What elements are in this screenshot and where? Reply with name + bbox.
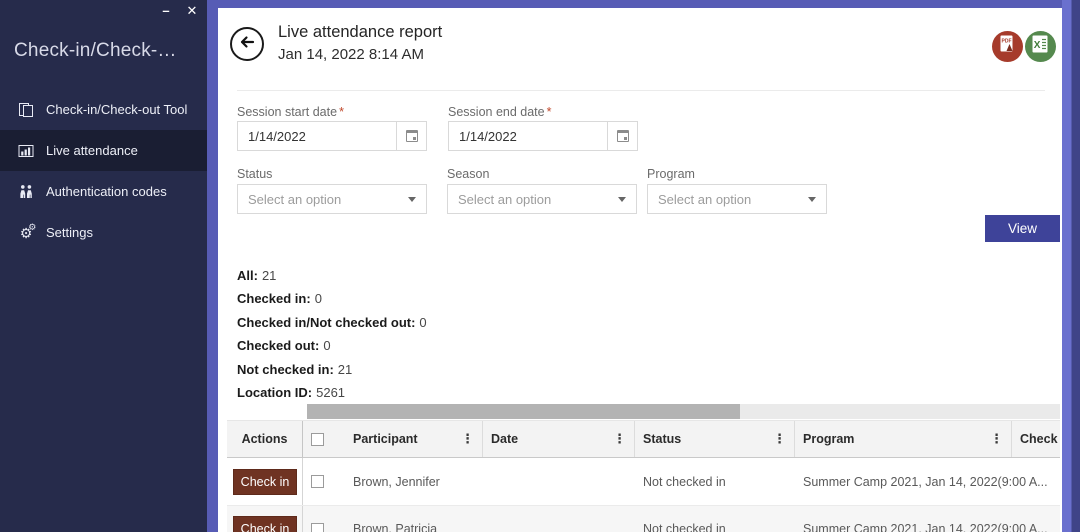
sidebar-title: Check-in/Check-… — [14, 40, 177, 62]
main-content: Live attendance report Jan 14, 2022 8:14… — [218, 8, 1062, 532]
program-select-placeholder: Select an option — [658, 192, 751, 207]
required-asterisk: * — [547, 105, 552, 119]
column-menu-icon[interactable]: ⋮ — [461, 431, 474, 447]
required-asterisk: * — [339, 105, 344, 119]
check-in-button[interactable]: Check in — [233, 516, 297, 532]
app-window: – ✕ Check-in/Check-… Check-in/Check-out … — [0, 0, 1080, 532]
export-pdf-button[interactable]: PDF — [992, 31, 1023, 62]
program-label: Program — [647, 167, 695, 181]
sidebar-item-label: Check-in/Check-out Tool — [46, 102, 187, 117]
attendance-summary: All:21 Checked in:0 Checked in/Not check… — [237, 268, 427, 408]
row-actions-cell: Check in — [227, 458, 303, 505]
row-checkbox[interactable] — [311, 523, 324, 532]
chevron-down-icon — [618, 197, 626, 202]
row-checkbox[interactable] — [311, 475, 324, 488]
season-label: Season — [447, 167, 489, 181]
table-header-row: Actions Participant⋮ Date⋮ Status⋮ Progr… — [227, 420, 1060, 458]
table-horizontal-scrollbar — [227, 403, 1060, 420]
chevron-down-icon — [808, 197, 816, 202]
sidebar-item-label: Live attendance — [46, 143, 138, 158]
season-select-placeholder: Select an option — [458, 192, 551, 207]
row-checkbox-cell — [303, 475, 345, 488]
status-select[interactable]: Select an option — [237, 184, 427, 214]
view-button[interactable]: View — [985, 215, 1060, 242]
back-button[interactable] — [230, 27, 264, 61]
bar-chart-icon — [17, 142, 35, 159]
column-menu-icon[interactable]: ⋮ — [990, 431, 1003, 447]
check-in-button[interactable]: Check in — [233, 469, 297, 495]
people-icon — [17, 183, 35, 200]
excel-icon: X — [1032, 35, 1049, 58]
svg-text:X: X — [1034, 40, 1041, 51]
sidebar-item-authentication-codes[interactable]: Authentication codes — [0, 171, 207, 212]
scrollbar-track[interactable] — [307, 404, 1060, 419]
session-end-date-label: Session end date* — [448, 105, 551, 119]
sidebar-item-checkin-checkout-tool[interactable]: Check-in/Check-out Tool — [0, 89, 207, 130]
summary-checked-in: Checked in:0 — [237, 291, 427, 306]
sidebar-item-label: Authentication codes — [46, 184, 167, 199]
sidebar-item-label: Settings — [46, 225, 93, 240]
column-menu-icon[interactable]: ⋮ — [773, 431, 786, 447]
season-select[interactable]: Select an option — [447, 184, 637, 214]
summary-not-checked-in: Not checked in:21 — [237, 362, 427, 377]
summary-all: All:21 — [237, 268, 427, 283]
minimize-button[interactable]: – — [157, 2, 175, 20]
pdf-icon: PDF — [1000, 35, 1016, 58]
session-start-date-field — [237, 121, 427, 151]
summary-location-id: Location ID:5261 — [237, 385, 427, 400]
column-header-date[interactable]: Date⋮ — [483, 421, 635, 457]
calendar-icon — [406, 130, 418, 142]
select-all-checkbox[interactable] — [311, 433, 324, 446]
svg-text:PDF: PDF — [1001, 39, 1011, 45]
window-frame-right — [1062, 0, 1080, 532]
session-start-date-input[interactable] — [238, 129, 396, 144]
chevron-down-icon — [408, 197, 416, 202]
session-start-calendar-button[interactable] — [396, 122, 426, 150]
session-start-date-label: Session start date* — [237, 105, 344, 119]
table-row: Check in Brown, Patricia Not checked in … — [227, 505, 1060, 532]
session-end-date-input[interactable] — [449, 129, 607, 144]
page-subtitle: Jan 14, 2022 8:14 AM — [278, 46, 424, 63]
sidebar-item-live-attendance[interactable]: Live attendance — [0, 130, 207, 171]
participant-cell: Brown, Jennifer — [345, 475, 483, 489]
program-select[interactable]: Select an option — [647, 184, 827, 214]
row-actions-cell: Check in — [227, 506, 303, 532]
sidebar-nav: Check-in/Check-out Tool Live attendance — [0, 89, 207, 253]
status-cell: Not checked in — [635, 522, 795, 532]
export-excel-button[interactable]: X — [1025, 31, 1056, 62]
gears-icon: ⚙⚙ — [17, 224, 35, 241]
sidebar: – ✕ Check-in/Check-… Check-in/Check-out … — [0, 0, 207, 532]
column-header-checkin[interactable]: Check in — [1012, 421, 1060, 457]
column-menu-icon[interactable]: ⋮ — [613, 431, 626, 447]
status-cell: Not checked in — [635, 475, 795, 489]
column-header-program[interactable]: Program⋮ — [795, 421, 1012, 457]
column-header-actions: Actions — [227, 421, 303, 457]
back-arrow-icon — [237, 32, 257, 57]
scrollbar-thumb[interactable] — [307, 404, 740, 419]
session-end-date-field — [448, 121, 638, 151]
attendance-table: Actions Participant⋮ Date⋮ Status⋮ Progr… — [227, 403, 1060, 532]
status-select-placeholder: Select an option — [248, 192, 341, 207]
header-divider — [237, 90, 1045, 91]
summary-checked-out: Checked out:0 — [237, 338, 427, 353]
participant-cell: Brown, Patricia — [345, 522, 483, 532]
column-header-status[interactable]: Status⋮ — [635, 421, 795, 457]
row-checkbox-cell — [303, 523, 345, 532]
column-header-checkbox — [303, 421, 345, 457]
table-row: Check in Brown, Jennifer Not checked in … — [227, 458, 1060, 505]
column-header-participant[interactable]: Participant⋮ — [345, 421, 483, 457]
program-cell: Summer Camp 2021, Jan 14, 2022(9:00 A... — [795, 475, 1060, 489]
page-title: Live attendance report — [278, 23, 442, 42]
sidebar-item-settings[interactable]: ⚙⚙ Settings — [0, 212, 207, 253]
copy-pages-icon — [17, 101, 35, 118]
session-end-calendar-button[interactable] — [607, 122, 637, 150]
program-cell: Summer Camp 2021, Jan 14, 2022(9:00 A... — [795, 522, 1060, 532]
calendar-icon — [617, 130, 629, 142]
status-label: Status — [237, 167, 272, 181]
window-controls: – ✕ — [157, 2, 201, 20]
summary-checked-in-not-out: Checked in/Not checked out:0 — [237, 315, 427, 330]
close-button[interactable]: ✕ — [183, 2, 201, 20]
